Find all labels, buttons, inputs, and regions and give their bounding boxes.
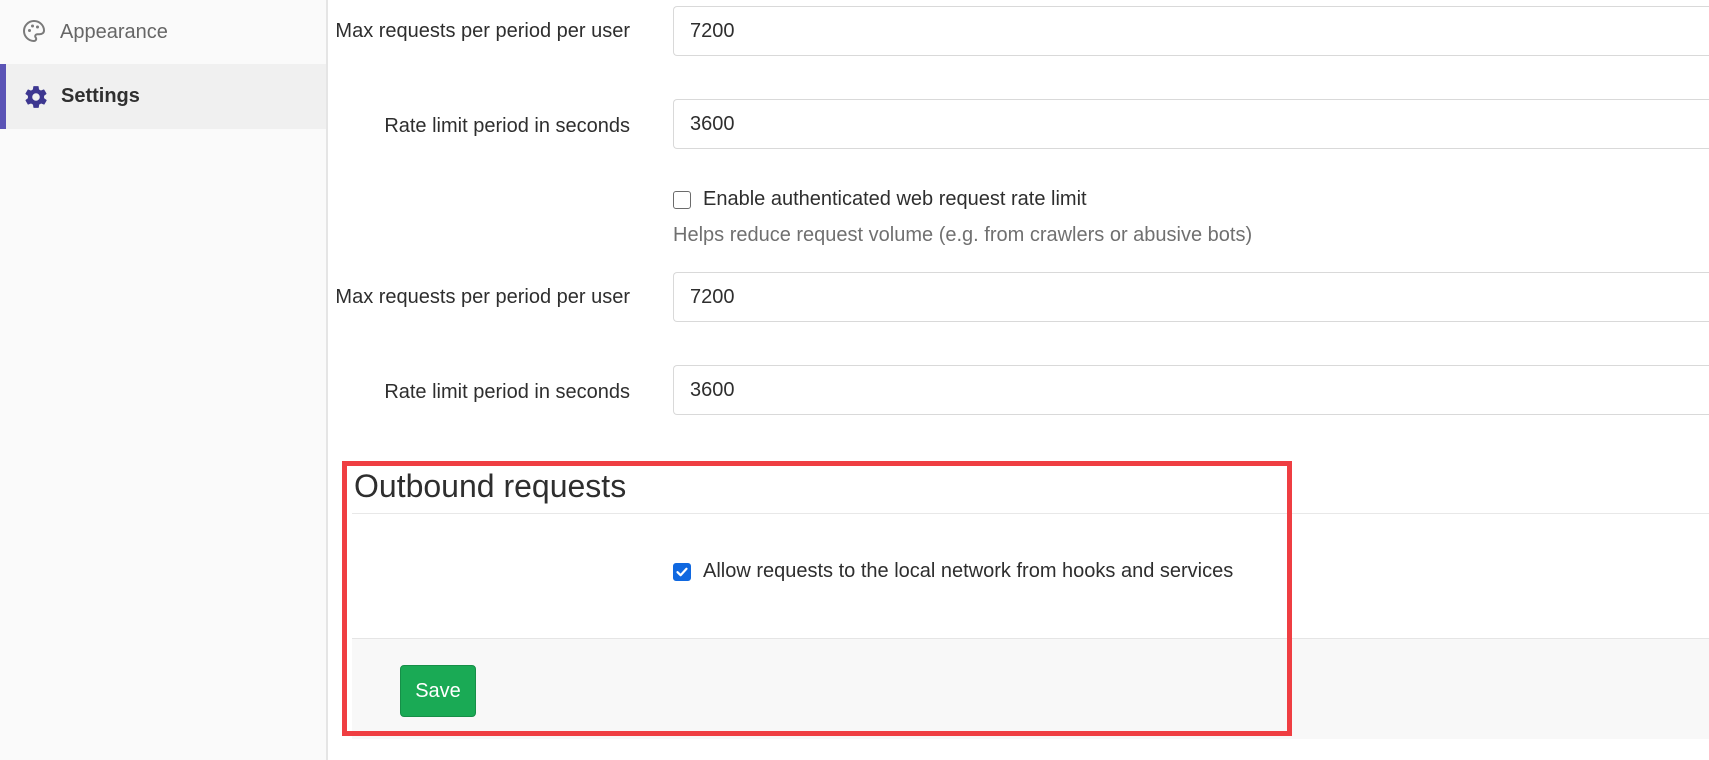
web-rate-period-input[interactable]: 3600 xyxy=(673,365,1709,415)
section-divider xyxy=(352,513,1709,514)
web-rate-period-label: Rate limit period in seconds xyxy=(384,381,630,403)
gear-icon xyxy=(23,84,49,110)
web-max-requests-input[interactable]: 7200 xyxy=(673,272,1709,322)
form-actions: Save xyxy=(352,638,1709,739)
rate-period-input[interactable]: 3600 xyxy=(673,99,1709,149)
rate-period-label: Rate limit period in seconds xyxy=(384,115,630,137)
max-requests-input[interactable]: 7200 xyxy=(673,6,1709,56)
web-rate-limit-help-text: Helps reduce request volume (e.g. from c… xyxy=(673,224,1253,246)
web-rate-limit-checkbox-label: Enable authenticated web request rate li… xyxy=(703,188,1087,210)
sidebar-item-label: Appearance xyxy=(60,20,168,43)
local-network-checkbox[interactable] xyxy=(673,562,691,581)
checkmark-icon xyxy=(676,567,688,576)
sidebar-item-settings[interactable]: Settings xyxy=(0,64,326,129)
web-rate-limit-checkbox[interactable] xyxy=(673,190,691,209)
palette-icon xyxy=(22,19,48,45)
sidebar-item-appearance[interactable]: Appearance xyxy=(0,0,326,64)
max-requests-label: Max requests per period per user xyxy=(335,20,630,42)
local-network-checkbox-label: Allow requests to the local network from… xyxy=(703,560,1234,582)
sidebar: Appearance Settings xyxy=(0,0,328,760)
local-network-checkbox-row[interactable]: Allow requests to the local network from… xyxy=(673,560,1233,583)
section-title-outbound: Outbound requests xyxy=(354,468,627,504)
web-rate-limit-checkbox-row[interactable]: Enable authenticated web request rate li… xyxy=(673,188,1087,211)
save-button[interactable]: Save xyxy=(400,665,476,717)
settings-main: Max requests per period per user 7200 Ra… xyxy=(330,0,1709,760)
web-max-requests-label: Max requests per period per user xyxy=(335,286,630,308)
sidebar-item-label: Settings xyxy=(61,85,140,107)
